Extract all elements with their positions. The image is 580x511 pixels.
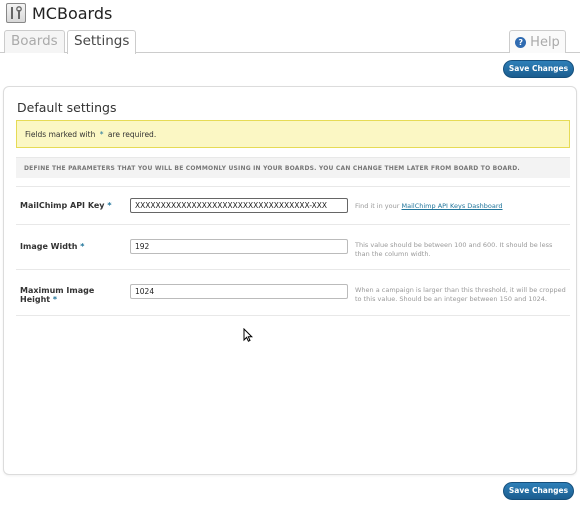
tab-boards[interactable]: Boards [4, 30, 65, 53]
image-width-help: This value should be between 100 and 600… [355, 241, 553, 258]
save-button-bottom[interactable]: Save Changes [503, 482, 574, 500]
settings-description: DEFINE THE PARAMETERS THAT YOU WILL BE C… [16, 157, 570, 178]
notice-prefix: Fields marked with [25, 130, 96, 139]
field-row-max-height: Maximum Image Height * When a campaign i… [16, 269, 570, 316]
image-width-label: Image Width * [20, 242, 85, 251]
help-tab[interactable]: ? Help [509, 30, 566, 53]
help-label: Help [530, 34, 560, 50]
image-width-input[interactable] [130, 239, 348, 254]
max-height-input[interactable] [130, 284, 348, 299]
field-row-image-width: Image Width * This value should be betwe… [16, 224, 570, 269]
tools-icon [6, 3, 26, 23]
settings-panel: Default settings Fields marked with * ar… [3, 86, 577, 475]
api-key-label: MailChimp API Key * [20, 201, 112, 210]
mouse-cursor-icon [243, 328, 253, 342]
max-height-help: When a campaign is larger than this thre… [355, 286, 566, 303]
app-header: MCBoards [6, 3, 112, 23]
required-star: * [99, 130, 104, 139]
api-keys-dashboard-link[interactable]: MailChimp API Keys Dashboard [402, 202, 503, 210]
tab-settings[interactable]: Settings [67, 30, 137, 54]
required-notice: Fields marked with * are required. [16, 120, 570, 148]
api-key-input[interactable] [130, 198, 348, 213]
section-title: Default settings [17, 100, 117, 115]
notice-suffix: are required. [107, 130, 157, 139]
max-height-label: Maximum Image Height * [20, 286, 95, 304]
app-title: MCBoards [32, 3, 113, 23]
api-key-help: Find it in your MailChimp API Keys Dashb… [355, 202, 503, 210]
help-icon: ? [515, 36, 527, 48]
field-row-api-key: MailChimp API Key * Find it in your Mail… [16, 186, 570, 224]
save-button-top[interactable]: Save Changes [503, 60, 574, 78]
